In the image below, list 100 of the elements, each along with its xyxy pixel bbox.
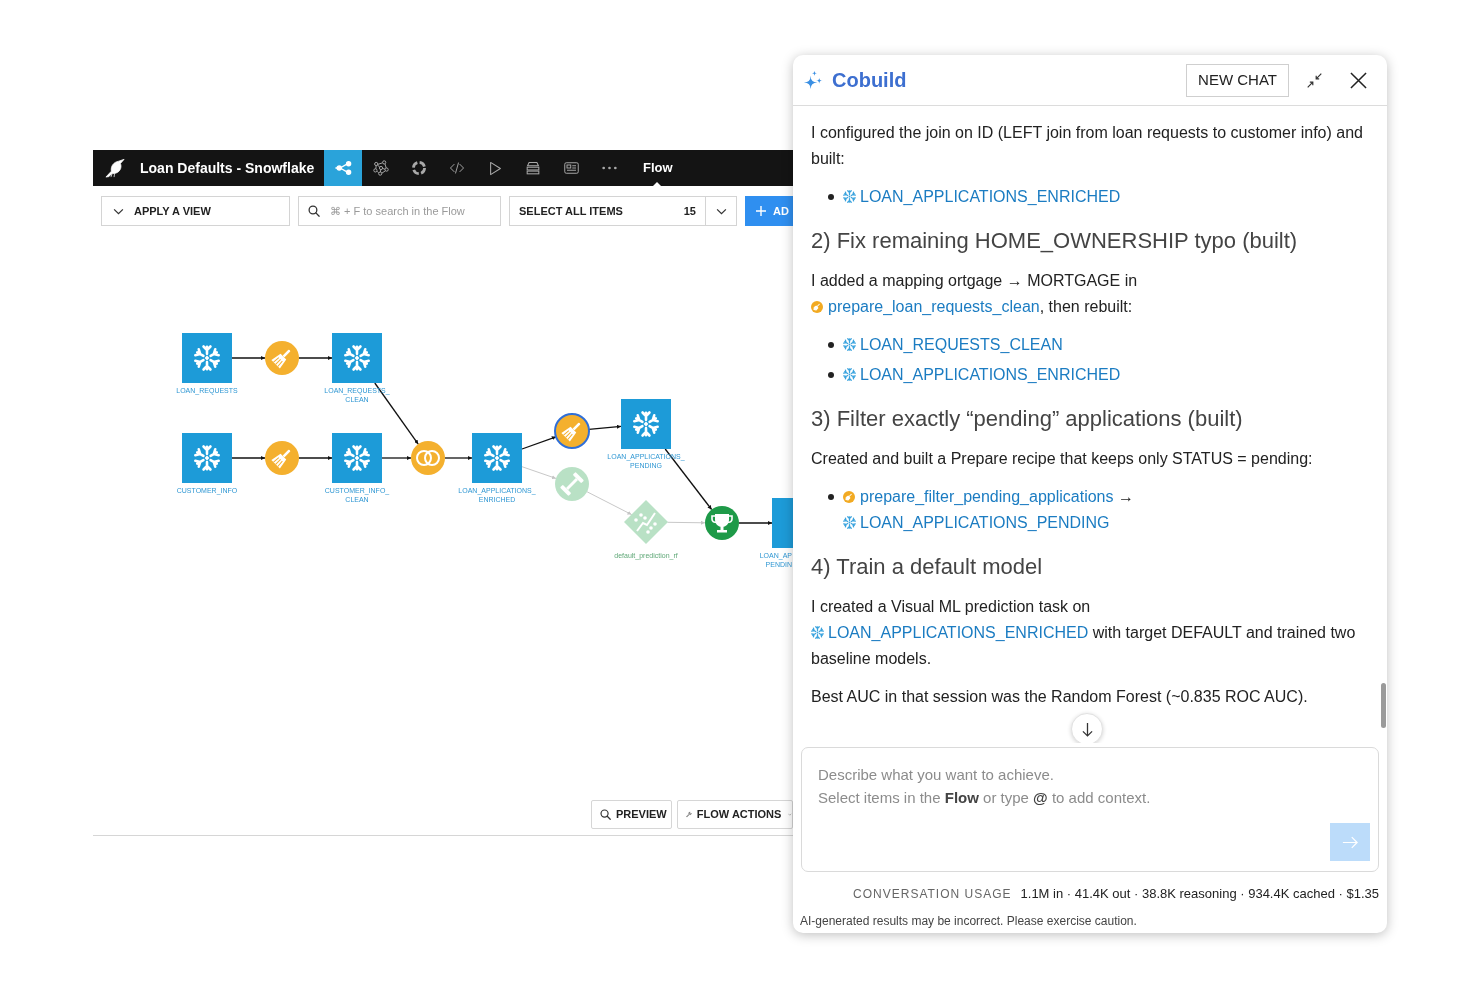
snowflake-icon xyxy=(843,190,856,203)
dataset-link[interactable]: LOAN_APPLICATIONS_ENRICHED xyxy=(843,366,1121,383)
stack-icon xyxy=(526,161,540,175)
message-paragraph: I added a mapping ortgage → MORTGAGE in prepare_loan_requests_clean, then rebuilt: xyxy=(811,271,1139,317)
plus-icon xyxy=(756,206,766,216)
message-paragraph: Created and built a Prepare recipe that keeps only STATUS = pending: xyxy=(811,449,1314,469)
connector-arrow xyxy=(381,455,412,461)
connector-arrow xyxy=(667,520,706,525)
code-icon xyxy=(449,162,465,174)
snowflake-icon xyxy=(843,516,856,529)
dataset-link[interactable]: LOAN_REQUESTS_CLEAN xyxy=(843,336,1063,353)
menu-button[interactable]: FLOW ACTIONS xyxy=(677,800,793,829)
snowflake-icon xyxy=(344,345,370,371)
bird-icon xyxy=(104,158,126,178)
notch-icon xyxy=(653,182,661,186)
dataset-node[interactable] xyxy=(772,498,793,548)
chevron-down-icon xyxy=(715,207,727,215)
section-title: Flow xyxy=(643,159,673,178)
bullet-icon xyxy=(828,342,834,348)
select-all-button[interactable]: SELECT ALL ITEMS xyxy=(510,197,623,225)
recipe-link[interactable]: prepare_loan_requests_clean xyxy=(811,298,1040,315)
usage-label: CONVERSATION USAGE xyxy=(853,886,1012,903)
section-heading: 3) Filter exactly “pending” applications (built) xyxy=(811,405,1244,433)
bullet-icon xyxy=(828,372,834,378)
snowflake-icon xyxy=(843,368,856,381)
snowflake-icon xyxy=(194,345,220,371)
dataset-node[interactable] xyxy=(332,433,382,483)
view-dropdown[interactable]: APPLY A VIEW xyxy=(101,196,290,226)
recipe-node[interactable] xyxy=(554,413,590,449)
broom-icon xyxy=(811,301,823,313)
dataset-link[interactable]: LOAN_APPLICATIONS_ENRICHED xyxy=(843,188,1121,205)
message-paragraph: Best AUC in that session was the Random Forest (~0.835 ROC AUC). xyxy=(811,687,1309,707)
broom-icon xyxy=(271,349,291,369)
more-icon xyxy=(601,166,617,170)
connector-arrow xyxy=(521,436,557,450)
recipe-node[interactable] xyxy=(555,467,589,501)
snowflake-icon xyxy=(633,411,659,437)
disclaimer-text: AI-generated results may be incorrect. Please exercise caution. xyxy=(799,914,1138,929)
scroll-down-button[interactable] xyxy=(1071,713,1103,743)
section-heading: 2) Fix remaining HOME_OWNERSHIP typo (built) xyxy=(811,227,1299,255)
section-heading: 4) Train a default model xyxy=(811,553,1044,581)
snowflake-icon xyxy=(344,445,370,471)
scrollbar-thumb xyxy=(1381,683,1386,728)
close-icon xyxy=(1349,71,1367,89)
snowflake-icon xyxy=(843,338,856,351)
prompt-field[interactable]: Describe what you want to achieve. Select items in the Flow or type @ to add context. xyxy=(802,748,1378,823)
dataset-link[interactable]: LOAN_APPLICATIONS_ENRICHED xyxy=(811,624,1089,641)
broom-icon xyxy=(271,449,291,469)
item-count: 15 xyxy=(683,203,697,219)
model-node[interactable] xyxy=(624,500,668,544)
connector-arrow xyxy=(231,355,266,361)
broom-icon xyxy=(843,491,855,503)
connector-arrow xyxy=(231,455,266,461)
new-chat-button[interactable]: NEW CHAT xyxy=(1186,63,1289,97)
collapse-icon xyxy=(1305,71,1323,89)
snowflake-icon xyxy=(811,626,824,639)
sparkle-icon xyxy=(803,69,824,91)
connector-arrow xyxy=(298,355,333,361)
trophy-icon xyxy=(711,514,733,533)
card-icon xyxy=(563,162,579,174)
connector-arrow xyxy=(738,520,773,526)
overlap-circles-icon xyxy=(416,450,440,466)
dataset-link[interactable]: LOAN_APPLICATIONS_PENDING xyxy=(843,514,1110,531)
dataset-node[interactable] xyxy=(182,433,232,483)
arrow-down-icon xyxy=(1081,721,1093,737)
search-field[interactable]: ⌘ + F to search in the Flow xyxy=(298,196,501,226)
connector-arrow xyxy=(521,466,557,479)
dataset-node[interactable] xyxy=(621,399,671,449)
recipe-node[interactable] xyxy=(265,441,299,475)
connector-arrow xyxy=(444,455,473,461)
list-item-text: prepare_filter_pending_applications → LOAN_APPLICATIONS_PENDING xyxy=(843,484,1363,536)
network-icon xyxy=(373,160,389,176)
assistant-title: Cobuild xyxy=(832,68,907,93)
search-icon xyxy=(600,809,611,820)
dumbbell-icon xyxy=(560,472,584,496)
recipe-node[interactable] xyxy=(411,441,445,475)
search-icon xyxy=(308,205,320,217)
connector-arrow xyxy=(586,491,632,515)
add-button[interactable]: AD xyxy=(745,196,793,226)
message-paragraph: I created a Visual ML prediction task on LOAN_APPLICATIONS_ENRICHED with target DEFAULT and trained two baseline models. xyxy=(811,597,1357,669)
ring-icon xyxy=(411,160,427,176)
recipe-node[interactable] xyxy=(705,506,739,540)
dataset-node[interactable] xyxy=(332,333,382,383)
dataset-node[interactable] xyxy=(182,333,232,383)
chevron-down-icon xyxy=(113,207,124,215)
message-paragraph: I configured the join on ID (LEFT join from loan requests to customer info) and built: xyxy=(811,123,1363,169)
snowflake-icon xyxy=(194,445,220,471)
bullet-icon xyxy=(828,194,834,200)
recipe-link[interactable]: prepare_filter_pending_applications xyxy=(843,488,1114,505)
nodes-icon xyxy=(334,161,352,175)
recipe-node[interactable] xyxy=(265,341,299,375)
project-title: Loan Defaults - Snowflake xyxy=(140,158,315,178)
arrow-right-icon xyxy=(1342,835,1358,849)
snowflake-icon xyxy=(484,445,510,471)
dataset-node[interactable] xyxy=(472,433,522,483)
preview-button[interactable]: PREVIEW xyxy=(591,800,672,829)
connector-arrow xyxy=(298,455,333,461)
usage-stats: 1.1M in · 41.4K out · 38.8K reasoning · 934.4K cached · $1.35 xyxy=(1020,885,1379,903)
broom-icon xyxy=(561,422,581,442)
bullet-icon xyxy=(828,494,834,500)
